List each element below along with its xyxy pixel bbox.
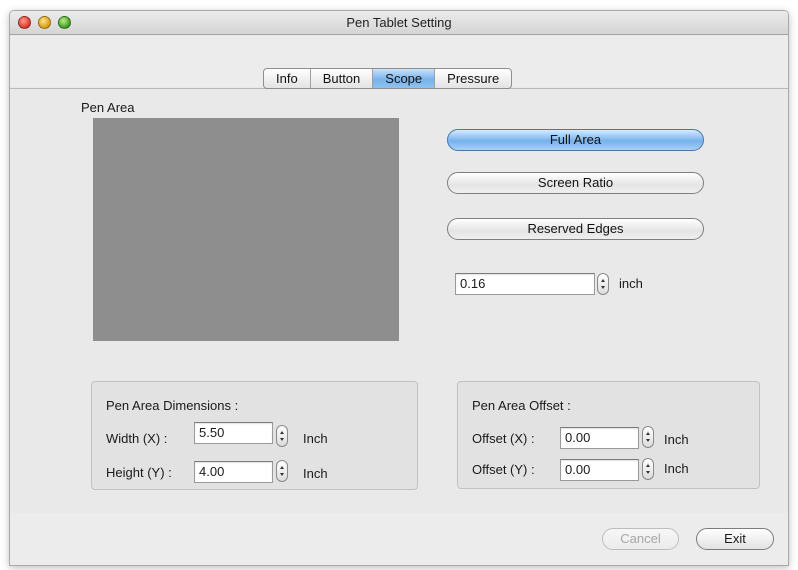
offset-x-unit-label: Inch <box>664 432 689 447</box>
reserved-edges-button[interactable]: Reserved Edges <box>447 218 704 240</box>
height-stepper[interactable] <box>276 460 288 482</box>
screen-ratio-button[interactable]: Screen Ratio <box>447 172 704 194</box>
edge-value-stepper[interactable] <box>597 273 609 295</box>
pen-area-label: Pen Area <box>81 100 135 115</box>
width-stepper[interactable] <box>276 425 288 447</box>
height-unit-label: Inch <box>303 466 328 481</box>
exit-button[interactable]: Exit <box>696 528 774 550</box>
tab-button[interactable]: Button <box>311 69 374 88</box>
tab-pressure[interactable]: Pressure <box>435 69 511 88</box>
offset-y-field[interactable]: 0.00 <box>560 459 639 481</box>
pen-area-preview[interactable] <box>93 118 399 341</box>
pen-area-offset-title: Pen Area Offset : <box>472 398 571 413</box>
offset-y-unit-label: Inch <box>664 461 689 476</box>
offset-y-stepper[interactable] <box>642 458 654 480</box>
width-unit-label: Inch <box>303 431 328 446</box>
tab-info[interactable]: Info <box>264 69 311 88</box>
tab-bar: Info Button Scope Pressure <box>263 68 513 89</box>
width-label: Width (X) : <box>106 431 168 446</box>
offset-x-label: Offset (X) : <box>472 431 535 446</box>
offset-x-field[interactable]: 0.00 <box>560 427 639 449</box>
width-field[interactable]: 5.50 <box>194 422 273 444</box>
pen-area-dimensions-title: Pen Area Dimensions : <box>106 398 239 413</box>
cancel-button[interactable]: Cancel <box>602 528 679 550</box>
height-field[interactable]: 4.00 <box>194 461 273 483</box>
tab-scope[interactable]: Scope <box>373 69 436 88</box>
offset-x-stepper[interactable] <box>642 426 654 448</box>
edge-unit-label: inch <box>619 276 643 291</box>
height-label: Height (Y) : <box>106 465 172 480</box>
full-area-button[interactable]: Full Area <box>447 129 704 151</box>
offset-y-label: Offset (Y) : <box>472 462 535 477</box>
window-title: Pen Tablet Setting <box>346 15 452 30</box>
edge-value-field[interactable]: 0.16 <box>455 273 595 295</box>
title-bar[interactable]: Pen Tablet Setting <box>10 11 788 35</box>
